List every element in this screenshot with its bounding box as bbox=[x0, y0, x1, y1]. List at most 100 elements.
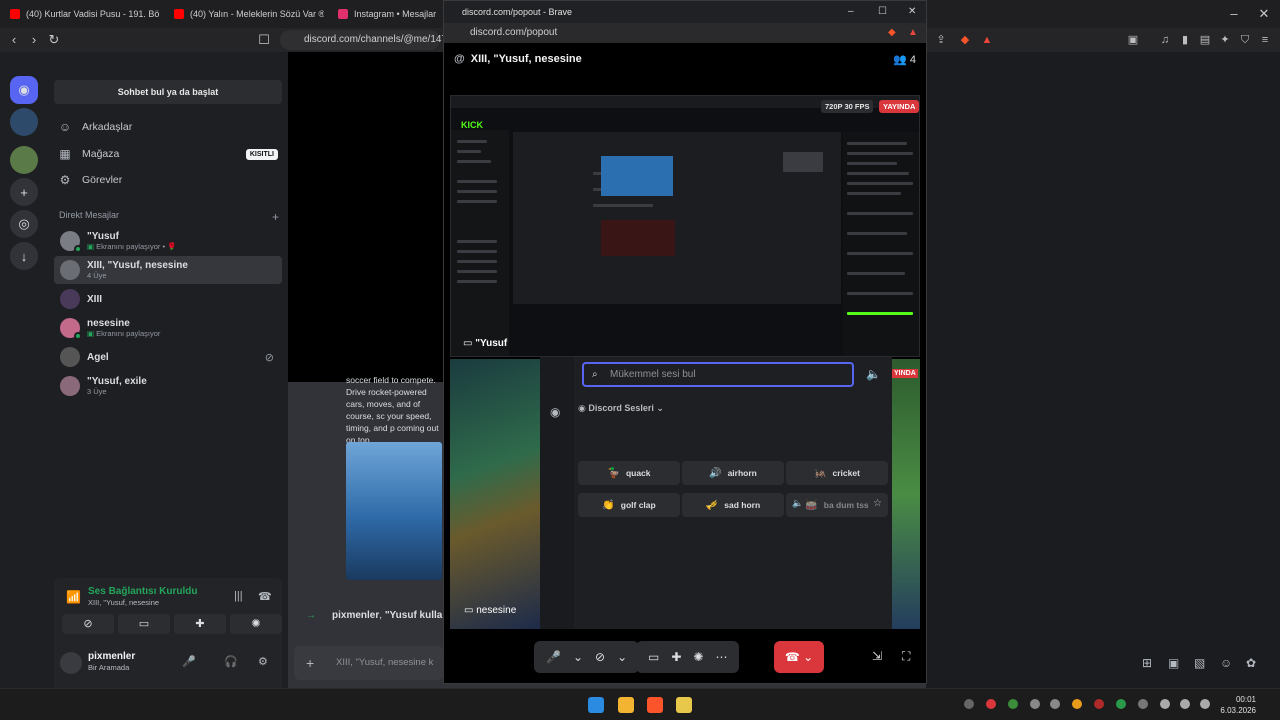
reload-icon[interactable]: ↻ bbox=[46, 32, 62, 48]
app-icon[interactable] bbox=[676, 697, 692, 713]
brave-rewards-icon[interactable]: ▲ bbox=[980, 33, 994, 47]
add-server-icon[interactable]: + bbox=[10, 178, 38, 206]
sound-button[interactable]: 🦗 cricket bbox=[786, 461, 888, 485]
sound-search-input[interactable]: ⌕ Mükemmel sesi bul bbox=[582, 362, 854, 387]
game-stream-left[interactable] bbox=[450, 359, 540, 629]
screenshot-icon[interactable]: ▣ bbox=[1126, 33, 1140, 47]
tray-icon[interactable] bbox=[1116, 699, 1126, 709]
tray-icon[interactable] bbox=[1138, 699, 1148, 709]
chevron-down-icon[interactable]: ⌄ bbox=[573, 650, 583, 664]
join-user[interactable]: pixmenler bbox=[332, 610, 379, 621]
tray-icon[interactable] bbox=[1094, 699, 1104, 709]
tray-icon[interactable] bbox=[1072, 699, 1082, 709]
gift-icon[interactable]: ⊞ bbox=[1142, 656, 1152, 670]
dm-item[interactable]: Agel ⊘ bbox=[54, 343, 282, 371]
url-field[interactable]: discord.com/channels/@me/1479 bbox=[280, 30, 453, 50]
attach-plus-icon[interactable]: + bbox=[306, 646, 314, 680]
menu-icon[interactable]: ≡ bbox=[1258, 33, 1272, 47]
sidebar-icon[interactable]: ▮ bbox=[1178, 33, 1192, 47]
game-image[interactable] bbox=[346, 442, 442, 580]
sound-button[interactable]: 🎺 sad horn bbox=[682, 493, 784, 517]
sound-button[interactable]: 🔊 airhorn bbox=[682, 461, 784, 485]
activities-icon[interactable]: ✚ bbox=[671, 650, 681, 664]
brave-shield-icon[interactable]: ◆ bbox=[958, 33, 972, 47]
back-icon[interactable]: ‹ bbox=[6, 32, 22, 48]
soundboard-button[interactable]: ✺ bbox=[230, 614, 282, 634]
sound-button-hovered[interactable]: 🔈 🥁 ba dum tss ☆ bbox=[786, 493, 888, 517]
server-avatar[interactable] bbox=[10, 146, 38, 174]
sticker-icon[interactable]: ▧ bbox=[1194, 656, 1205, 670]
sound-button[interactable]: 👏 golf clap bbox=[578, 493, 680, 517]
dm-item-selected[interactable]: XIII, "Yusuf, nesesine 4 Üye bbox=[54, 256, 282, 284]
bookmark-icon[interactable]: ☐ bbox=[256, 32, 272, 48]
share-controls[interactable]: ▭ ✚ ✺ ⋯ bbox=[636, 641, 740, 673]
dm-item[interactable]: "Yusuf, exile 3 Üye bbox=[54, 372, 282, 400]
minimize-icon[interactable]: – bbox=[1226, 6, 1242, 22]
tray-icon[interactable] bbox=[964, 699, 974, 709]
file-explorer-icon[interactable] bbox=[618, 697, 634, 713]
volume-icon[interactable]: 🔈 bbox=[866, 367, 881, 381]
leo-icon[interactable]: ✦ bbox=[1218, 33, 1232, 47]
screen-share-icon[interactable]: ▭ bbox=[648, 650, 659, 664]
noise-suppression-icon[interactable]: ||| bbox=[234, 590, 243, 602]
create-dm-icon[interactable]: + bbox=[272, 210, 279, 224]
hang-up-button[interactable]: ☎ ⌄ bbox=[774, 641, 824, 673]
tray-icon[interactable] bbox=[986, 699, 996, 709]
settings-gear-icon[interactable]: ⚙ bbox=[258, 655, 268, 668]
activities-button[interactable]: ✚ bbox=[174, 614, 226, 634]
screen-share-button[interactable]: ▭ bbox=[118, 614, 170, 634]
pop-in-icon[interactable]: ⇲ bbox=[872, 649, 882, 663]
favorite-star-icon[interactable]: ☆ bbox=[873, 498, 882, 509]
dm-item[interactable]: XIII bbox=[54, 285, 282, 313]
browser-tab[interactable]: Instagram • Mesajlar bbox=[338, 4, 438, 24]
more-icon[interactable]: ⋯ bbox=[715, 650, 727, 664]
member-count[interactable]: 👥 4 bbox=[893, 53, 916, 66]
preview-sound-icon[interactable]: 🔈 bbox=[792, 498, 803, 509]
vpn-icon[interactable]: ⛉ bbox=[1238, 33, 1252, 47]
discord-icon[interactable]: ◉ bbox=[550, 405, 560, 419]
download-icon[interactable]: ↓ bbox=[10, 242, 38, 270]
volume-icon[interactable] bbox=[1180, 699, 1190, 709]
close-icon[interactable]: ✕ bbox=[1256, 6, 1272, 22]
close-icon[interactable]: ✕ bbox=[908, 1, 916, 23]
brave-rewards-icon[interactable]: ▲ bbox=[908, 23, 918, 43]
soundboard-icon[interactable]: ✺ bbox=[693, 650, 703, 664]
sound-category[interactable]: ◉ Discord Sesleri ⌄ bbox=[578, 403, 664, 414]
brave-shield-icon[interactable]: ◆ bbox=[888, 23, 896, 43]
battery-icon[interactable] bbox=[1200, 699, 1210, 709]
explore-icon[interactable]: ◎ bbox=[10, 210, 38, 238]
wallet-icon[interactable]: ▤ bbox=[1198, 33, 1212, 47]
camera-off-icon[interactable]: ⊘ bbox=[595, 650, 605, 664]
tray-icon[interactable] bbox=[1008, 699, 1018, 709]
game-stream-right[interactable] bbox=[892, 359, 920, 629]
discord-home-icon[interactable]: ◉ bbox=[10, 76, 38, 104]
microphone-icon[interactable]: 🎤 bbox=[182, 655, 196, 668]
wifi-icon[interactable] bbox=[1160, 699, 1170, 709]
start-icon[interactable] bbox=[588, 697, 604, 713]
forward-icon[interactable]: › bbox=[26, 32, 42, 48]
dm-item[interactable]: "Yusuf ▣ Ekranını paylaşıyor • 🌹 bbox=[54, 227, 282, 255]
chevron-down-icon[interactable]: ⌄ bbox=[617, 650, 627, 664]
browser-tab[interactable]: (40) Yalın - Meleklerin Sözü Var ® bbox=[174, 4, 324, 24]
emoji-icon[interactable]: ☺ bbox=[1220, 656, 1232, 670]
headset-icon[interactable]: 🎧 bbox=[224, 655, 238, 668]
browser-tab[interactable]: (40) Kurtlar Vadisi Pusu - 191. Bölüm bbox=[10, 4, 160, 24]
server-avatar[interactable] bbox=[10, 108, 38, 136]
message-input[interactable]: + XIII, "Yusuf, nesesine k bbox=[294, 646, 444, 680]
screen-share-stream[interactable]: KICK 720P 30 FPS YAYINDA ▭ "Yusuf bbox=[450, 95, 920, 357]
clock[interactable]: 00:01 6.03.2026 bbox=[1220, 694, 1256, 716]
find-conversation-button[interactable]: Sohbet bul ya da başlat bbox=[54, 80, 282, 104]
maximize-icon[interactable]: ☐ bbox=[878, 1, 887, 23]
fullscreen-icon[interactable]: ⛶ bbox=[902, 649, 910, 664]
brave-browser-icon[interactable] bbox=[647, 697, 663, 713]
nav-store[interactable]: ▦ Mağaza KISITLI bbox=[58, 143, 278, 165]
mic-control[interactable]: 🎤 ⌄ ⊘ ⌄ bbox=[534, 641, 640, 673]
gif-icon[interactable]: ▣ bbox=[1168, 656, 1179, 670]
sound-button[interactable]: 🦆 quack bbox=[578, 461, 680, 485]
disconnect-icon[interactable]: ☎ bbox=[258, 590, 272, 603]
nav-friends[interactable]: ☺ Arkadaşlar bbox=[58, 116, 278, 138]
share-icon[interactable]: ⇪ bbox=[934, 33, 948, 47]
tray-icon[interactable] bbox=[1030, 699, 1040, 709]
music-icon[interactable]: ♫ bbox=[1158, 33, 1172, 47]
dm-item[interactable]: nesesine ▣ Ekranını paylaşıyor bbox=[54, 314, 282, 342]
